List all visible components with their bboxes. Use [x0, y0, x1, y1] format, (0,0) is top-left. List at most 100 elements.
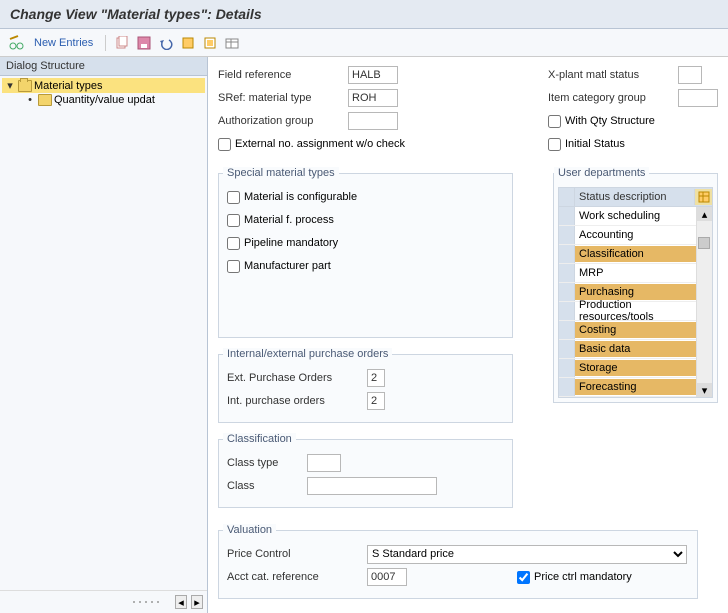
tree-node-material-types[interactable]: ▾ Material types — [2, 78, 205, 93]
scroll-down-icon[interactable]: ▾ — [697, 383, 712, 397]
pipeline-label: Pipeline mandatory — [244, 237, 338, 249]
configurable-checkbox[interactable] — [227, 191, 240, 204]
price-ctrl-mandatory-label: Price ctrl mandatory — [534, 571, 632, 583]
ud-row[interactable]: Classification — [559, 245, 712, 264]
ud-row-selector[interactable] — [559, 378, 575, 396]
scroll-up-icon[interactable]: ▴ — [697, 207, 712, 221]
nav-left-icon[interactable]: ◂ — [175, 595, 187, 609]
manufacturer-label: Manufacturer part — [244, 260, 331, 272]
ud-row-selector[interactable] — [559, 226, 575, 244]
special-material-types-group: Special material types Material is confi… — [218, 167, 513, 338]
user-departments-group: User departments Status description Work… — [553, 167, 718, 403]
ud-row-selector[interactable] — [559, 264, 575, 282]
price-control-select[interactable]: S Standard price — [367, 545, 687, 564]
ud-row[interactable]: Work scheduling — [559, 207, 712, 226]
classification-group: Classification Class type Class — [218, 433, 513, 508]
xplant-input[interactable] — [678, 66, 702, 84]
purchase-orders-group: Internal/external purchase orders Ext. P… — [218, 348, 513, 423]
ud-row-selector[interactable] — [559, 359, 575, 377]
ud-row[interactable]: Basic data — [559, 340, 712, 359]
select-icon[interactable] — [180, 35, 196, 51]
ext-po-label: Ext. Purchase Orders — [227, 372, 367, 384]
tree: ▾ Material types • Quantity/value updat — [0, 76, 207, 590]
tree-header: Dialog Structure — [0, 57, 207, 76]
class-type-label: Class type — [227, 457, 307, 469]
tree-bullet: • — [24, 94, 36, 106]
configurable-label: Material is configurable — [244, 191, 357, 203]
ud-row[interactable]: MRP — [559, 264, 712, 283]
undo-icon[interactable] — [158, 35, 174, 51]
ud-row-selector[interactable] — [559, 207, 575, 225]
tree-node-quantity-value[interactable]: • Quantity/value updat — [2, 93, 205, 107]
scroll-thumb[interactable] — [698, 237, 710, 249]
ud-row[interactable]: Forecasting — [559, 378, 712, 397]
process-checkbox[interactable] — [227, 214, 240, 227]
class-input[interactable] — [307, 477, 437, 495]
io-legend: Internal/external purchase orders — [223, 348, 392, 360]
pipeline-checkbox[interactable] — [227, 237, 240, 250]
itemcat-label: Item category group — [548, 92, 678, 104]
pencil-eyeglasses-icon[interactable] — [8, 35, 24, 51]
sref-label: SRef: material type — [218, 92, 348, 104]
new-entries-button[interactable]: New Entries — [30, 37, 97, 49]
ud-select-all[interactable] — [559, 188, 575, 206]
ud-row-selector[interactable] — [559, 340, 575, 358]
copy-icon[interactable] — [114, 35, 130, 51]
auth-group-label: Authorization group — [218, 115, 348, 127]
price-ctrl-mandatory-checkbox[interactable] — [517, 571, 530, 584]
cls-legend: Classification — [223, 433, 296, 445]
ud-legend: User departments — [554, 167, 649, 179]
ud-row-label: Accounting — [575, 227, 696, 243]
nav-right-icon[interactable]: ▸ — [191, 595, 203, 609]
ud-row-label: Storage — [575, 360, 696, 376]
external-no-checkbox[interactable] — [218, 138, 231, 151]
ud-row-label: Production resources/tools — [575, 297, 696, 325]
ud-row-selector[interactable] — [559, 283, 575, 301]
ud-row[interactable]: Accounting — [559, 226, 712, 245]
details-panel: Field reference SRef: material type Auth… — [208, 57, 728, 613]
where-used-icon[interactable] — [202, 35, 218, 51]
price-control-label: Price Control — [227, 548, 367, 560]
tree-node-label: Quantity/value updat — [54, 94, 155, 106]
process-label: Material f. process — [244, 214, 334, 226]
field-reference-label: Field reference — [218, 69, 348, 81]
class-label: Class — [227, 480, 307, 492]
folder-open-icon — [18, 80, 32, 92]
tree-node-label: Material types — [34, 80, 102, 92]
class-type-input[interactable] — [307, 454, 341, 472]
itemcat-input[interactable] — [678, 89, 718, 107]
int-po-label: Int. purchase orders — [227, 395, 367, 407]
ud-column-header[interactable]: Status description — [575, 189, 694, 205]
acct-cat-input[interactable] — [367, 568, 407, 586]
ud-scrollbar[interactable]: ▴ ▾ — [696, 207, 712, 397]
external-no-label: External no. assignment w/o check — [235, 138, 405, 150]
manufacturer-checkbox[interactable] — [227, 260, 240, 273]
with-qty-label: With Qty Structure — [565, 115, 655, 127]
val-legend: Valuation — [223, 524, 276, 536]
table-settings-icon[interactable] — [224, 35, 240, 51]
table-config-icon[interactable] — [694, 189, 712, 205]
sref-input[interactable] — [348, 89, 398, 107]
ud-row-label: Work scheduling — [575, 208, 696, 224]
with-qty-checkbox[interactable] — [548, 115, 561, 128]
auth-group-input[interactable] — [348, 112, 398, 130]
acct-cat-label: Acct cat. reference — [227, 571, 367, 583]
ud-row-label: Costing — [575, 322, 696, 338]
ud-row-selector[interactable] — [559, 321, 575, 339]
ud-row[interactable]: Costing — [559, 321, 712, 340]
dialog-structure-panel: Dialog Structure ▾ Material types • Quan… — [0, 57, 208, 613]
ud-row-selector[interactable] — [559, 302, 575, 320]
save-icon[interactable] — [136, 35, 152, 51]
int-po-input[interactable] — [367, 392, 385, 410]
tree-collapse-icon[interactable]: ▾ — [4, 79, 16, 92]
ext-po-input[interactable] — [367, 369, 385, 387]
ud-row[interactable]: Storage — [559, 359, 712, 378]
folder-icon — [38, 94, 52, 106]
xplant-label: X-plant matl status — [548, 69, 678, 81]
window-title: Change View "Material types": Details — [0, 0, 728, 29]
initial-status-checkbox[interactable] — [548, 138, 561, 151]
ud-row[interactable]: Production resources/tools — [559, 302, 712, 321]
ud-row-selector[interactable] — [559, 245, 575, 263]
field-reference-input[interactable] — [348, 66, 398, 84]
valuation-group: Valuation Price Control S Standard price… — [218, 524, 698, 599]
